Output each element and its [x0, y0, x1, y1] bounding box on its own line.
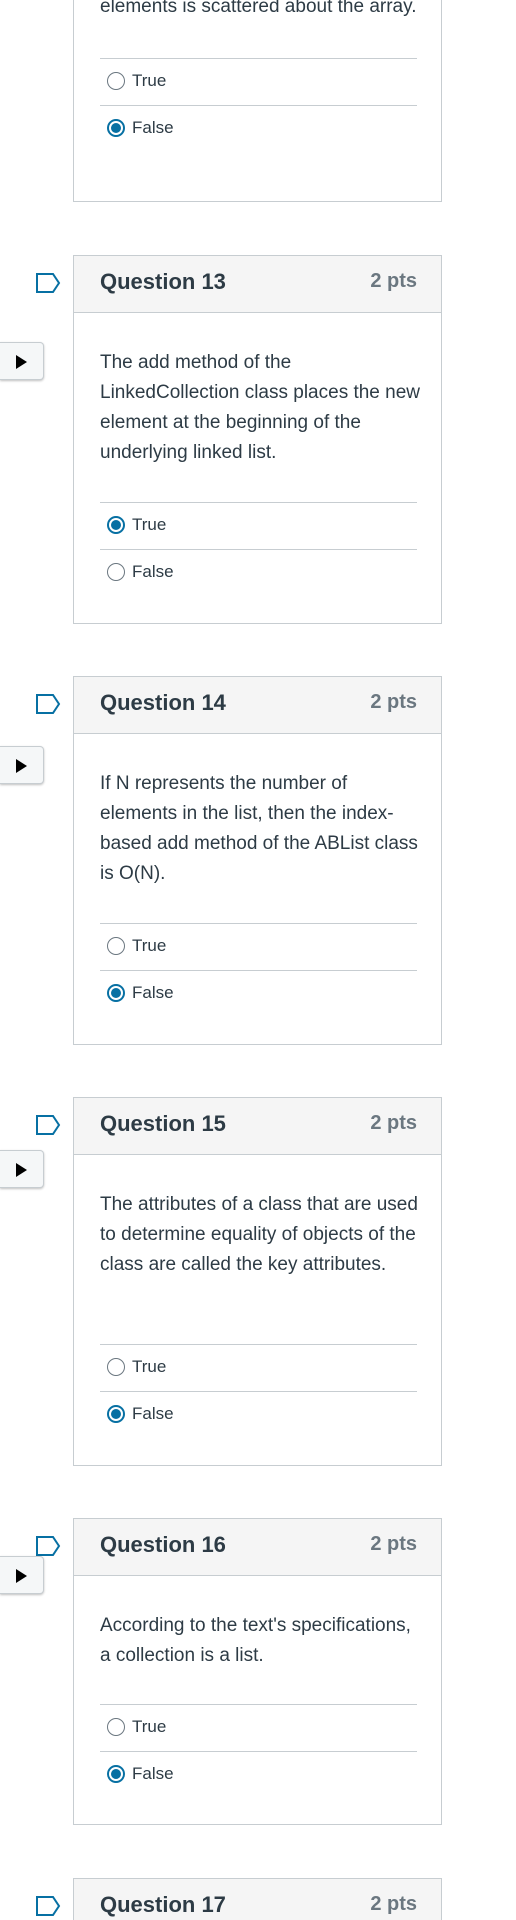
answer-false[interactable]: False [100, 549, 417, 596]
question-points: 2 pts [370, 1533, 417, 1555]
question-points: 2 pts [370, 1893, 417, 1915]
answer-list: True False [100, 58, 417, 152]
question-card: Question 17 2 pts [73, 1878, 442, 1920]
answer-label: False [132, 983, 174, 1002]
question-card: Question 16 2 pts According to the text'… [73, 1518, 442, 1825]
question-title: Question 13 [100, 269, 226, 294]
question-title: Question 17 [100, 1892, 226, 1917]
question-text: elements is scattered about the array. [100, 0, 417, 17]
question-title: Question 15 [100, 1111, 226, 1136]
question-header: Question 13 2 pts [74, 256, 441, 313]
caret-right-icon[interactable] [0, 1150, 44, 1188]
answer-true[interactable]: True [100, 1344, 417, 1391]
question-text: If N represents the number of elements i… [100, 773, 418, 884]
flag-outline-icon[interactable] [35, 1535, 61, 1557]
radio-true[interactable] [107, 516, 125, 534]
flag-outline-icon[interactable] [35, 1114, 61, 1136]
answer-label: True [132, 71, 167, 90]
answer-true[interactable]: True [100, 1704, 417, 1751]
answer-label: False [132, 562, 174, 581]
answer-true[interactable]: True [100, 502, 417, 549]
answer-list: True False [100, 1344, 417, 1438]
flag-outline-icon[interactable] [35, 693, 61, 715]
question-text: According to the text's specifications, … [100, 1615, 411, 1666]
answer-false[interactable]: False [100, 1751, 417, 1798]
radio-true[interactable] [107, 937, 125, 955]
question-card: Question 14 2 pts If N represents the nu… [73, 676, 442, 1045]
radio-false[interactable] [107, 1405, 125, 1423]
question-header: Question 16 2 pts [74, 1519, 441, 1576]
answer-label: True [132, 936, 167, 955]
radio-true[interactable] [107, 1718, 125, 1736]
question-title: Question 14 [100, 690, 226, 715]
question-text: The add method of the LinkedCollection c… [100, 352, 421, 463]
radio-true[interactable] [107, 72, 125, 90]
question-12-card: elements is scattered about the array. T… [73, 0, 442, 202]
question-points: 2 pts [370, 1112, 417, 1134]
answer-label: False [132, 118, 174, 137]
radio-true[interactable] [107, 1358, 125, 1376]
answer-true[interactable]: True [100, 923, 417, 970]
question-header: Question 15 2 pts [74, 1098, 441, 1155]
answer-false[interactable]: False [100, 105, 417, 152]
question-title: Question 16 [100, 1532, 226, 1557]
flag-outline-icon[interactable] [35, 1895, 61, 1917]
question-card: Question 15 2 pts The attributes of a cl… [73, 1097, 442, 1466]
answer-true[interactable]: True [100, 58, 417, 105]
answer-false[interactable]: False [100, 970, 417, 1017]
answer-label: False [132, 1404, 174, 1423]
question-points: 2 pts [370, 691, 417, 713]
question-header: Question 17 2 pts [74, 1879, 441, 1920]
answer-list: True False [100, 1704, 417, 1798]
caret-right-icon[interactable] [0, 342, 44, 380]
caret-right-icon[interactable] [0, 746, 44, 784]
quiz-page: elements is scattered about the array. T… [0, 0, 516, 1920]
answer-label: True [132, 515, 167, 534]
answer-label: True [132, 1357, 167, 1376]
question-points: 2 pts [370, 270, 417, 292]
caret-right-icon[interactable] [0, 1556, 44, 1594]
answer-list: True False [100, 502, 417, 596]
flag-outline-icon[interactable] [35, 272, 61, 294]
answer-label: True [132, 1717, 167, 1736]
answer-false[interactable]: False [100, 1391, 417, 1438]
radio-false[interactable] [107, 984, 125, 1002]
question-card: Question 13 2 pts The add method of the … [73, 255, 442, 624]
question-header: Question 14 2 pts [74, 677, 441, 734]
radio-false[interactable] [107, 563, 125, 581]
radio-false[interactable] [107, 119, 125, 137]
answer-list: True False [100, 923, 417, 1017]
answer-label: False [132, 1764, 174, 1783]
question-text: The attributes of a class that are used … [100, 1194, 418, 1275]
radio-false[interactable] [107, 1765, 125, 1783]
